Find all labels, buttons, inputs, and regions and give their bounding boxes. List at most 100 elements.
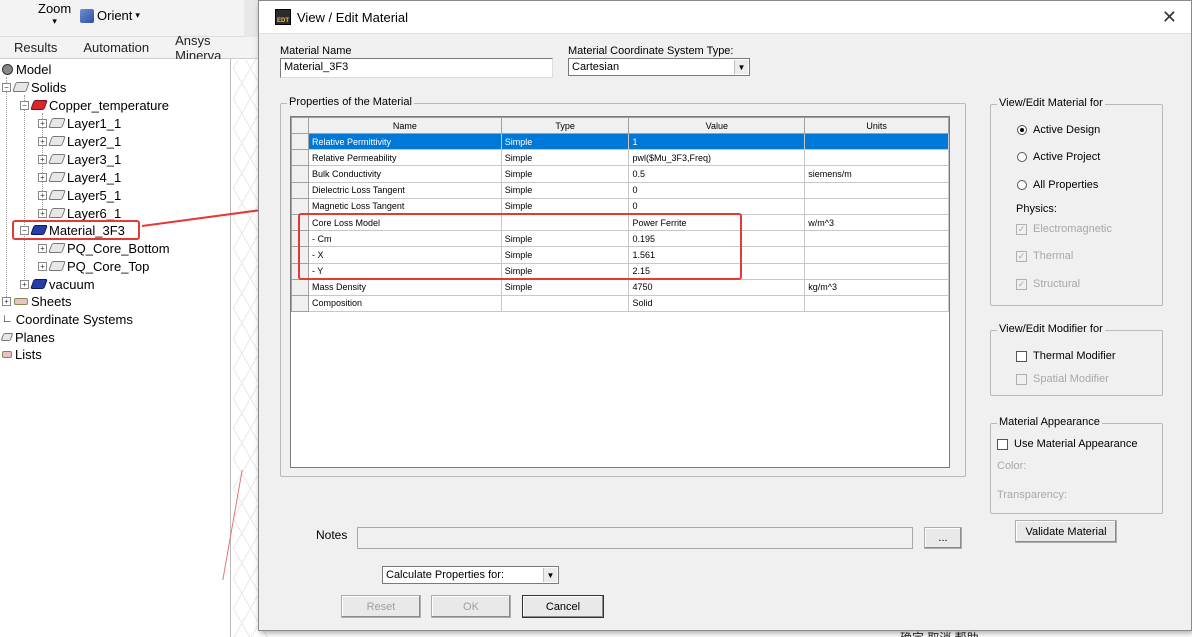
calculate-properties-select[interactable]: Calculate Properties for: ▼ [382, 566, 559, 584]
table-row[interactable]: Relative Permittivity Simple 1 [291, 132, 949, 151]
tree-item-sheets[interactable]: + Sheets [2, 292, 71, 310]
tab-ansys-minerva[interactable]: Ansys Minerva [175, 33, 260, 63]
cell-type[interactable] [500, 294, 630, 313]
cell-value[interactable]: 0.5 [628, 165, 806, 183]
cell-units[interactable]: siemens/m [804, 165, 949, 183]
table-row[interactable]: Dielectric Loss Tangent Simple 0 [291, 181, 949, 199]
cell-name[interactable]: Magnetic Loss Tangent [307, 197, 502, 215]
radio-active-design[interactable]: Active Design [1017, 124, 1100, 136]
row-header[interactable] [291, 149, 309, 167]
column-header-units[interactable]: Units [804, 117, 949, 134]
table-row[interactable]: Composition Solid [291, 294, 949, 313]
expand-icon[interactable]: + [38, 208, 47, 218]
tree-item-layer[interactable]: + Layer5_1 [38, 186, 121, 204]
tree-item-layer[interactable]: + Layer1_1 [38, 114, 121, 132]
cell-value[interactable]: 0 [628, 181, 806, 199]
cell-units[interactable] [804, 181, 949, 199]
notes-field[interactable] [357, 527, 913, 549]
zoom-button[interactable]: Zoom ▾ [38, 1, 71, 27]
row-header[interactable] [291, 132, 309, 151]
cell-units[interactable] [804, 262, 949, 280]
collapse-icon[interactable]: − [20, 100, 29, 110]
expand-icon[interactable]: + [38, 172, 47, 182]
cell-value[interactable]: 0 [628, 197, 806, 215]
checkbox-structural[interactable]: ✓ Structural [1016, 278, 1080, 290]
expand-icon[interactable]: + [38, 243, 47, 253]
cell-name[interactable]: Bulk Conductivity [307, 165, 502, 183]
tree-item-pq-core-top[interactable]: + PQ_Core_Top [38, 257, 149, 275]
cell-units[interactable] [804, 132, 949, 151]
checkbox-electromagnetic[interactable]: ✓ Electromagnetic [1016, 223, 1112, 235]
cell-units[interactable]: w/m^3 [804, 213, 949, 232]
cell-name[interactable]: Composition [307, 294, 502, 313]
expand-icon[interactable]: + [38, 154, 47, 164]
cell-name[interactable]: Dielectric Loss Tangent [307, 181, 502, 199]
tree-item-lists[interactable]: Lists [2, 345, 42, 363]
table-row[interactable]: Magnetic Loss Tangent Simple 0 [291, 197, 949, 215]
cell-units[interactable] [804, 197, 949, 215]
tree-item-model[interactable]: Model [2, 60, 51, 78]
cell-value[interactable]: 1 [628, 132, 806, 151]
collapse-icon[interactable]: − [2, 82, 11, 92]
cancel-button[interactable]: Cancel [522, 595, 604, 618]
expand-icon[interactable]: + [38, 190, 47, 200]
tree-item-solids[interactable]: − Solids [2, 78, 66, 96]
tab-automation[interactable]: Automation [83, 40, 149, 55]
material-name-input[interactable]: Material_3F3 [280, 58, 553, 78]
cell-units[interactable]: kg/m^3 [804, 278, 949, 296]
cell-value[interactable]: 4750 [628, 278, 806, 296]
tree-item-layer[interactable]: + Layer3_1 [38, 150, 121, 168]
tree-item-vacuum[interactable]: + vacuum [20, 275, 95, 293]
radio-all-properties[interactable]: All Properties [1017, 179, 1098, 191]
cell-name[interactable]: Mass Density [307, 278, 502, 296]
tree-item-pq-core-bottom[interactable]: + PQ_Core_Bottom [38, 239, 170, 257]
cell-type[interactable]: Simple [500, 197, 630, 215]
checkbox-spatial-modifier[interactable]: Spatial Modifier [1016, 373, 1109, 385]
checkbox-use-appearance[interactable]: Use Material Appearance [997, 438, 1138, 450]
notes-browse-button[interactable]: ... [924, 527, 962, 549]
properties-grid[interactable]: Name Type Value Units Relative Permittiv… [290, 116, 950, 468]
tab-results[interactable]: Results [14, 40, 57, 55]
cell-value[interactable]: pwl($Mu_3F3,Freq) [628, 149, 806, 167]
close-icon[interactable]: ✕ [1162, 7, 1177, 27]
row-header[interactable] [291, 294, 309, 313]
checkbox-thermal[interactable]: ✓ Thermal [1016, 250, 1073, 262]
radio-active-project[interactable]: Active Project [1017, 151, 1100, 163]
column-header-value[interactable]: Value [628, 117, 806, 134]
cell-type[interactable]: Simple [500, 165, 630, 183]
column-header-type[interactable]: Type [500, 117, 630, 134]
cell-type[interactable]: Simple [500, 149, 630, 167]
cell-units[interactable] [804, 149, 949, 167]
row-header[interactable] [291, 197, 309, 215]
cell-type[interactable]: Simple [500, 181, 630, 199]
reset-button[interactable]: Reset [341, 595, 421, 618]
cell-value[interactable]: Solid [628, 294, 806, 313]
table-row[interactable]: Bulk Conductivity Simple 0.5 siemens/m [291, 165, 949, 183]
cell-units[interactable] [804, 230, 949, 248]
expand-icon[interactable]: + [38, 136, 47, 146]
expand-icon[interactable]: + [38, 118, 47, 128]
coord-type-select[interactable]: Cartesian ▼ [568, 58, 750, 76]
checkbox-thermal-modifier[interactable]: Thermal Modifier [1016, 350, 1116, 362]
cell-name[interactable]: Relative Permeability [307, 149, 502, 167]
cell-units[interactable] [804, 246, 949, 264]
expand-icon[interactable]: + [38, 261, 47, 271]
cell-type[interactable]: Simple [500, 132, 630, 151]
tree-item-copper[interactable]: − Copper_temperature [20, 96, 169, 114]
expand-icon[interactable]: + [20, 279, 29, 289]
tree-item-planes[interactable]: Planes [0, 328, 55, 346]
orient-button[interactable]: Orient ▾ [80, 8, 140, 23]
row-header[interactable] [291, 165, 309, 183]
ok-button[interactable]: OK [431, 595, 511, 618]
tree-item-layer[interactable]: + Layer2_1 [38, 132, 121, 150]
cell-units[interactable] [804, 294, 949, 313]
tree-item-layer[interactable]: + Layer4_1 [38, 168, 121, 186]
cell-name[interactable]: Relative Permittivity [307, 132, 502, 151]
cell-type[interactable]: Simple [500, 278, 630, 296]
validate-material-button[interactable]: Validate Material [1015, 520, 1117, 543]
column-header-name[interactable]: Name [307, 117, 502, 134]
row-header[interactable] [291, 181, 309, 199]
tree-item-coordinate-systems[interactable]: ∟ Coordinate Systems [2, 310, 133, 328]
table-row[interactable]: Mass Density Simple 4750 kg/m^3 [291, 278, 949, 296]
expand-icon[interactable]: + [2, 296, 11, 306]
